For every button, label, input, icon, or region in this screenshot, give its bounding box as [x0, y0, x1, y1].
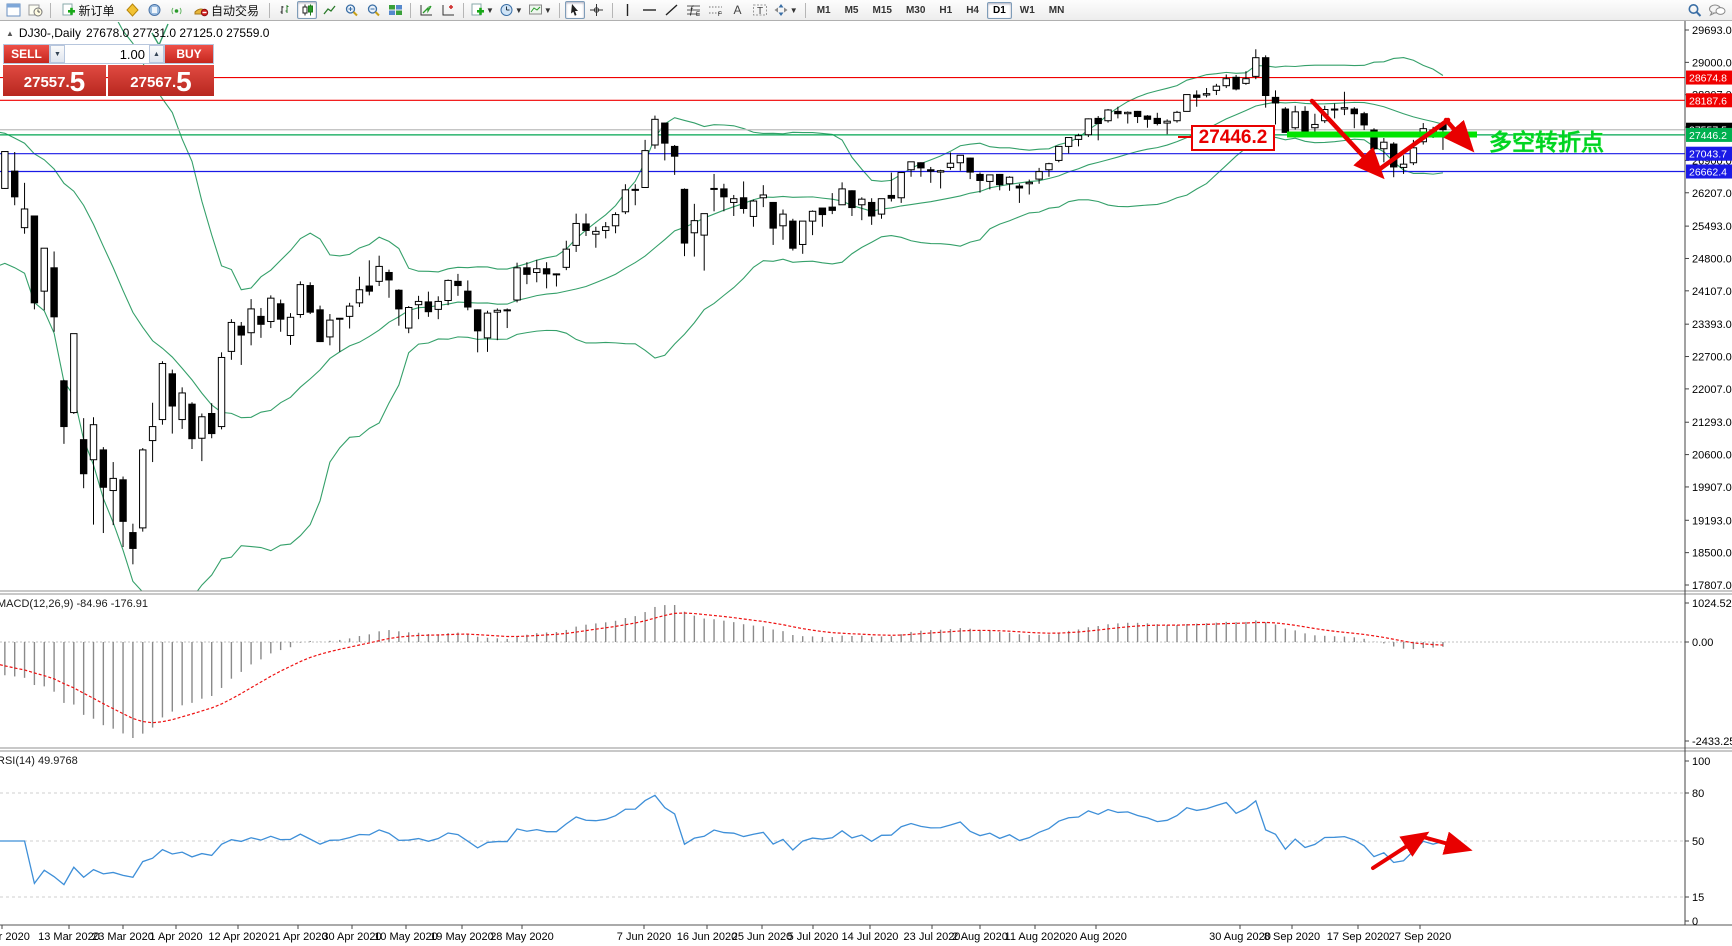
svg-text:7 Jun 2020: 7 Jun 2020: [617, 931, 671, 943]
svg-text:19907.0: 19907.0: [1692, 482, 1732, 494]
chart-ohlc-values: 27678.0 27731.0 27125.0 27559.0: [86, 26, 270, 40]
svg-text:16 Jun 2020: 16 Jun 2020: [677, 931, 738, 943]
sell-price-display[interactable]: 27557.5: [3, 65, 106, 96]
sell-price-main: 27557.: [24, 71, 70, 95]
buy-price-pip: 5: [176, 69, 192, 95]
buy-price-display[interactable]: 27567.5: [108, 65, 214, 96]
svg-text:10 May 2020: 10 May 2020: [374, 931, 438, 943]
svg-text:19 May 2020: 19 May 2020: [430, 931, 494, 943]
svg-text:80: 80: [1692, 788, 1704, 800]
svg-text:21293.0: 21293.0: [1692, 417, 1732, 429]
svg-text:8 Sep 2020: 8 Sep 2020: [1264, 931, 1320, 943]
svg-text:23393.0: 23393.0: [1692, 319, 1732, 331]
chart-title: ▲ DJ30-,Daily 27678.0 27731.0 27125.0 27…: [6, 26, 269, 40]
svg-text:11 Aug 2020: 11 Aug 2020: [1005, 931, 1066, 943]
support-price-callout[interactable]: 27446.2: [1191, 125, 1275, 151]
svg-text:29000.0: 29000.0: [1692, 57, 1732, 69]
sell-price-pip: 5: [70, 69, 86, 95]
svg-text:28 May 2020: 28 May 2020: [490, 931, 554, 943]
svg-text:25 Jun 2020: 25 Jun 2020: [732, 931, 793, 943]
mt-terminal-window: 新订单 自动交易 ▼ ▼ ▼ fE F A T ▼: [0, 0, 1732, 946]
rsi-indicator-label: RSI(14) 49.9768: [0, 755, 78, 767]
volume-stepper: ▼ ▲: [50, 45, 164, 63]
svg-text:5 Jul 2020: 5 Jul 2020: [788, 931, 839, 943]
pivot-point-annotation[interactable]: 多空转折点: [1489, 123, 1604, 157]
svg-text:30 Apr 2020: 30 Apr 2020: [322, 931, 381, 943]
svg-text:14 Jul 2020: 14 Jul 2020: [842, 931, 899, 943]
symbol-bullet-icon: ▲: [6, 29, 14, 38]
svg-text:17 Sep 2020: 17 Sep 2020: [1327, 931, 1389, 943]
svg-text:28187.6: 28187.6: [1689, 95, 1727, 107]
svg-text:100: 100: [1692, 756, 1710, 768]
svg-text:1 Apr 2020: 1 Apr 2020: [149, 931, 202, 943]
svg-text:29693.0: 29693.0: [1692, 25, 1732, 37]
svg-text:-2433.25: -2433.25: [1692, 736, 1732, 748]
svg-text:3 Mar 2020: 3 Mar 2020: [0, 931, 30, 943]
svg-text:13 Mar 2020: 13 Mar 2020: [38, 931, 100, 943]
svg-text:23 Mar 2020: 23 Mar 2020: [92, 931, 154, 943]
svg-text:25493.0: 25493.0: [1692, 221, 1732, 233]
one-click-trading-panel: SELL ▼ ▲ BUY 27557.5 27567.5: [3, 44, 214, 96]
chart-symbol-period: DJ30-,Daily: [19, 26, 81, 40]
svg-text:21 Apr 2020: 21 Apr 2020: [268, 931, 327, 943]
volume-input[interactable]: [65, 45, 149, 63]
volume-up-button[interactable]: ▲: [149, 45, 164, 63]
svg-text:30 Aug 2020: 30 Aug 2020: [1209, 931, 1271, 943]
volume-down-button[interactable]: ▼: [50, 45, 65, 63]
svg-text:20 Aug 2020: 20 Aug 2020: [1065, 931, 1127, 943]
sell-button[interactable]: SELL: [4, 45, 50, 63]
svg-text:22700.0: 22700.0: [1692, 352, 1732, 364]
svg-text:15: 15: [1692, 892, 1704, 904]
svg-text:24107.0: 24107.0: [1692, 286, 1732, 298]
buy-button[interactable]: BUY: [164, 45, 213, 63]
svg-text:20600.0: 20600.0: [1692, 450, 1732, 462]
svg-text:1024.52: 1024.52: [1692, 598, 1732, 610]
svg-text:18500.0: 18500.0: [1692, 548, 1732, 560]
svg-text:50: 50: [1692, 836, 1704, 848]
svg-text:27 Sep 2020: 27 Sep 2020: [1389, 931, 1451, 943]
svg-text:2 Aug 2020: 2 Aug 2020: [952, 931, 1008, 943]
svg-text:22007.0: 22007.0: [1692, 384, 1732, 396]
svg-text:17807.0: 17807.0: [1692, 580, 1732, 592]
chart-canvas[interactable]: 29693.029000.028307.027614.026900.026207…: [0, 0, 1732, 946]
svg-text:27043.7: 27043.7: [1689, 149, 1727, 161]
svg-text:26662.4: 26662.4: [1689, 167, 1727, 179]
svg-text:0.00: 0.00: [1692, 637, 1713, 649]
buy-price-main: 27567.: [130, 71, 176, 95]
svg-text:19193.0: 19193.0: [1692, 515, 1732, 527]
macd-indicator-label: MACD(12,26,9) -84.96 -176.91: [0, 598, 148, 610]
svg-text:26207.0: 26207.0: [1692, 188, 1732, 200]
svg-text:12 Apr 2020: 12 Apr 2020: [208, 931, 267, 943]
svg-text:28674.8: 28674.8: [1689, 73, 1727, 85]
svg-text:0: 0: [1692, 916, 1698, 928]
svg-text:24800.0: 24800.0: [1692, 253, 1732, 265]
svg-text:27446.2: 27446.2: [1689, 130, 1727, 142]
